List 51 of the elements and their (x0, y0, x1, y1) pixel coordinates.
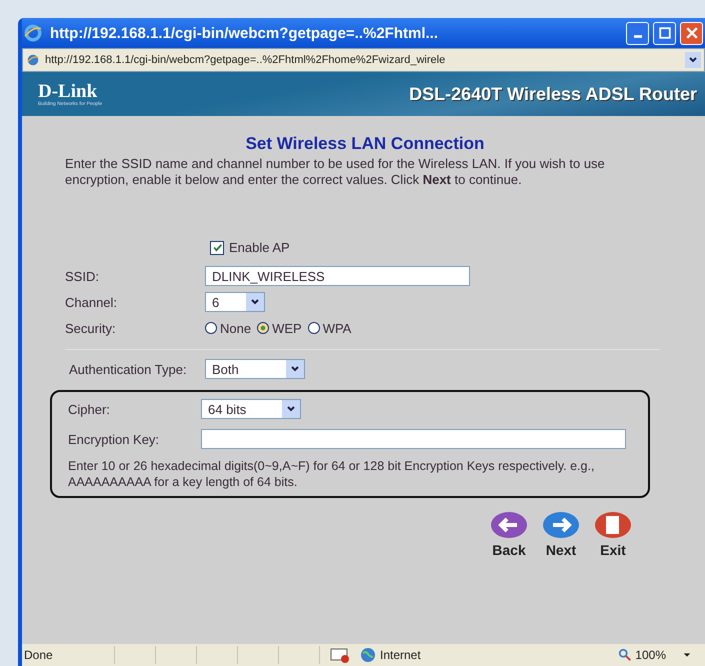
radio-label: WEP (272, 320, 302, 336)
field-label: Channel: (65, 294, 118, 310)
dropdown-button[interactable] (685, 52, 701, 68)
radio-button[interactable] (257, 322, 270, 334)
maximize-button[interactable] (653, 22, 676, 44)
door-icon (593, 510, 633, 540)
nav-button[interactable]: Next (537, 510, 585, 558)
help-text: Enter 10 or 26 hexadecimal digits(0~9,A~F) for 64 or 128 bit Encryption Keys respectively. e.g., AAAAAAAAAA for a key length of 64 bits. (68, 458, 596, 490)
field-label: SSID: (65, 268, 100, 284)
window-title: http://192.168.1.1/cgi-bin/webcm?getpage=..%2Fhtml... (50, 24, 440, 42)
field-label: Cipher: (68, 402, 111, 416)
browser-icon (24, 24, 42, 42)
zone-text: Internet (380, 648, 421, 662)
checkbox-label: Enable AP (229, 240, 290, 255)
address-text: http://192.168.1.1/cgi-bin/webcm?getpage=..%2Fhtml%2Fhome%2Fwizard_wirele (45, 54, 446, 66)
text-field[interactable]: DLINK_WIRELESS (205, 266, 470, 286)
select-dropdown[interactable]: Both (205, 359, 305, 379)
field-label: Security: (65, 320, 117, 336)
minimize-button[interactable] (626, 22, 649, 44)
nav-button[interactable]: Exit (589, 510, 637, 558)
chevron-icon (286, 404, 296, 414)
radio-button[interactable] (308, 322, 320, 334)
nav-button[interactable]: Back (485, 510, 533, 558)
text-field[interactable] (201, 429, 626, 449)
close-icon (686, 27, 698, 39)
page-icon (26, 53, 40, 67)
select-dropdown[interactable]: 64 bits (201, 399, 301, 419)
intro-text: Enter the SSID name and channel number to be used for the Wireless LAN. If you wish to use encryption, enable it below and enter the correct values. Click Next to continue. (65, 156, 606, 188)
zoom-control[interactable]: 100% (618, 648, 705, 662)
radio-label: WPA (322, 320, 352, 336)
select-dropdown[interactable]: 6 (205, 292, 265, 312)
magnifier-icon (618, 648, 632, 662)
page-heading: Set Wireless LAN Connection (244, 134, 486, 154)
field-label: Encryption Key: (68, 432, 160, 446)
field-label: Authentication Type: (69, 362, 188, 376)
logo: D-Link (38, 82, 98, 100)
enable-checkbox[interactable] (210, 240, 224, 254)
maximize-icon (658, 27, 670, 39)
chevron-icon (290, 364, 300, 374)
close-button[interactable] (680, 22, 703, 44)
globe-icon (360, 647, 376, 663)
chevron-icon (688, 55, 698, 65)
chevron-icon (250, 297, 260, 307)
product-title: DSL-2640T Wireless ADSL Router (409, 84, 697, 104)
radio-button[interactable] (205, 322, 217, 334)
address-bar[interactable]: http://192.168.1.1/cgi-bin/webcm?getpage=..%2Fhtml%2Fhome%2Fwizard_wirele (22, 48, 705, 72)
radio-label: None (220, 320, 252, 336)
caret-icon (683, 651, 691, 659)
status-text: Done (22, 646, 115, 664)
popup-blocker-icon (330, 647, 350, 663)
minimize-icon (634, 35, 642, 38)
